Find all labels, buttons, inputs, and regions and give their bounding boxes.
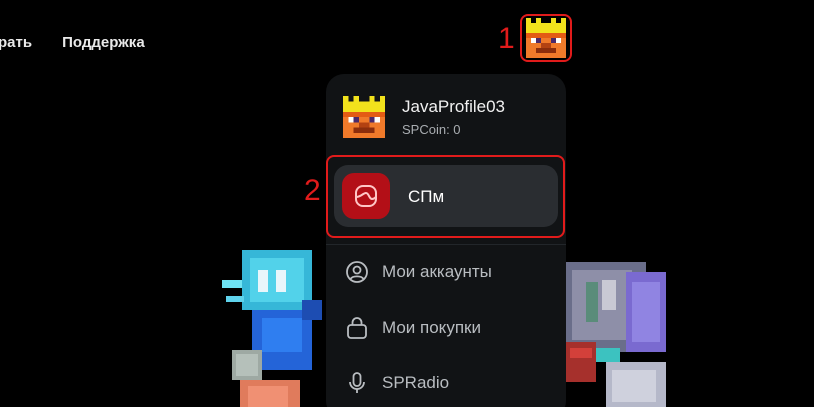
crowned-pixel-face-icon — [343, 96, 385, 138]
menu-item-label: Мои аккаунты — [382, 262, 492, 281]
step-label-2: 2 — [304, 174, 321, 207]
menu-divider — [326, 244, 566, 245]
highlight-avatar — [520, 14, 572, 62]
menu-item-my-purchases[interactable]: Мои покупки — [344, 314, 481, 342]
microphone-icon — [344, 370, 370, 396]
profile-name: JavaProfile03 — [402, 97, 506, 116]
shopping-bag-icon — [344, 315, 370, 341]
menu-item-label: SPRadio — [382, 373, 450, 392]
step-label-1: 1 — [498, 22, 515, 55]
nav-link-partial[interactable]: рать — [0, 34, 32, 51]
user-circle-icon — [344, 259, 370, 285]
top-nav: рать Поддержка — [0, 34, 145, 51]
hero-artwork-right — [566, 262, 666, 407]
highlight-spm — [326, 155, 565, 238]
nav-link-support[interactable]: Поддержка — [62, 34, 145, 51]
hero-artwork-left — [222, 240, 332, 407]
menu-item-my-accounts[interactable]: Мои аккаунты — [344, 258, 492, 286]
profile-coin-balance: SPCoin: 0 — [402, 122, 461, 137]
menu-item-label: Мои покупки — [382, 318, 481, 337]
menu-item-spradio[interactable]: SPRadio — [344, 369, 449, 397]
profile-avatar — [342, 96, 386, 138]
